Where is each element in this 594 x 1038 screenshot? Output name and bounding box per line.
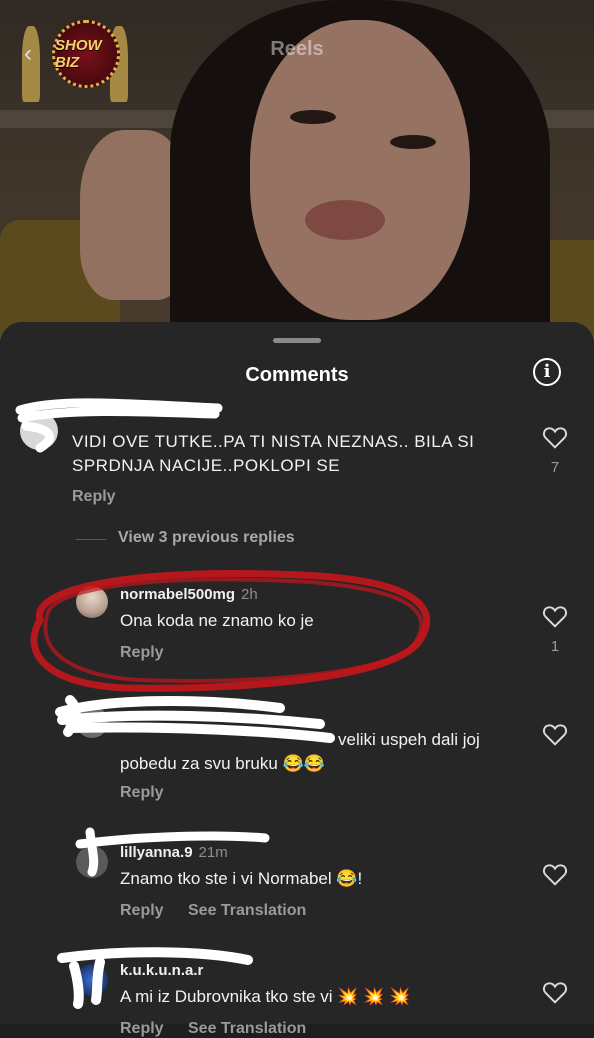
heart-icon[interactable] (542, 604, 568, 628)
comment-username[interactable]: lillyanna.9 21m (120, 844, 228, 861)
view-previous-replies[interactable]: View 3 previous replies (118, 529, 295, 547)
showbiz-logo: SHOW BIZ ‹ (14, 20, 134, 102)
sheet-grabber[interactable] (273, 338, 321, 343)
reply-button[interactable]: Reply (72, 488, 116, 506)
comment-text: VIDI OVE TUTKE..PA TI NISTA NEZNAS.. BIL… (72, 432, 475, 475)
like-count: 1 (550, 638, 560, 655)
page-title: Reels (270, 38, 324, 60)
comments-sheet: Comments i VIDI OVE TUTKE..PA TI NISTA N… (0, 322, 594, 1037)
see-translation-button[interactable]: See Translation (188, 902, 306, 920)
heart-icon[interactable] (542, 862, 568, 886)
reply-button[interactable]: Reply (120, 644, 164, 662)
see-translation-button[interactable]: See Translation (188, 1020, 306, 1038)
heart-icon[interactable] (542, 425, 568, 449)
heart-icon[interactable] (542, 980, 568, 1004)
comment-username[interactable]: normabel500mg 2h (120, 586, 258, 603)
comment-text: Znamo tko ste i vi Normabel 😂! (120, 869, 363, 888)
divider-line (76, 539, 106, 540)
avatar[interactable] (76, 846, 108, 878)
comment-text: Ona koda ne znamo ko je (120, 611, 314, 630)
reply-button[interactable]: Reply (120, 1020, 164, 1038)
comment-text: veliki uspeh dali joj pobedu za svu bruk… (120, 730, 480, 773)
avatar[interactable] (76, 586, 108, 618)
reply-button[interactable]: Reply (120, 784, 164, 802)
avatar[interactable] (20, 412, 58, 450)
comment-username[interactable]: k.u.k.u.n.a.r (120, 962, 203, 979)
like-count: 7 (550, 459, 560, 476)
avatar[interactable] (76, 706, 108, 738)
sheet-title: Comments (245, 364, 349, 386)
info-icon[interactable]: i (533, 358, 561, 386)
avatar[interactable] (76, 964, 108, 996)
reply-button[interactable]: Reply (120, 902, 164, 920)
comment-text: A mi iz Dubrovnika tko ste vi 💥 💥 💥 (120, 987, 411, 1006)
heart-icon[interactable] (542, 722, 568, 746)
